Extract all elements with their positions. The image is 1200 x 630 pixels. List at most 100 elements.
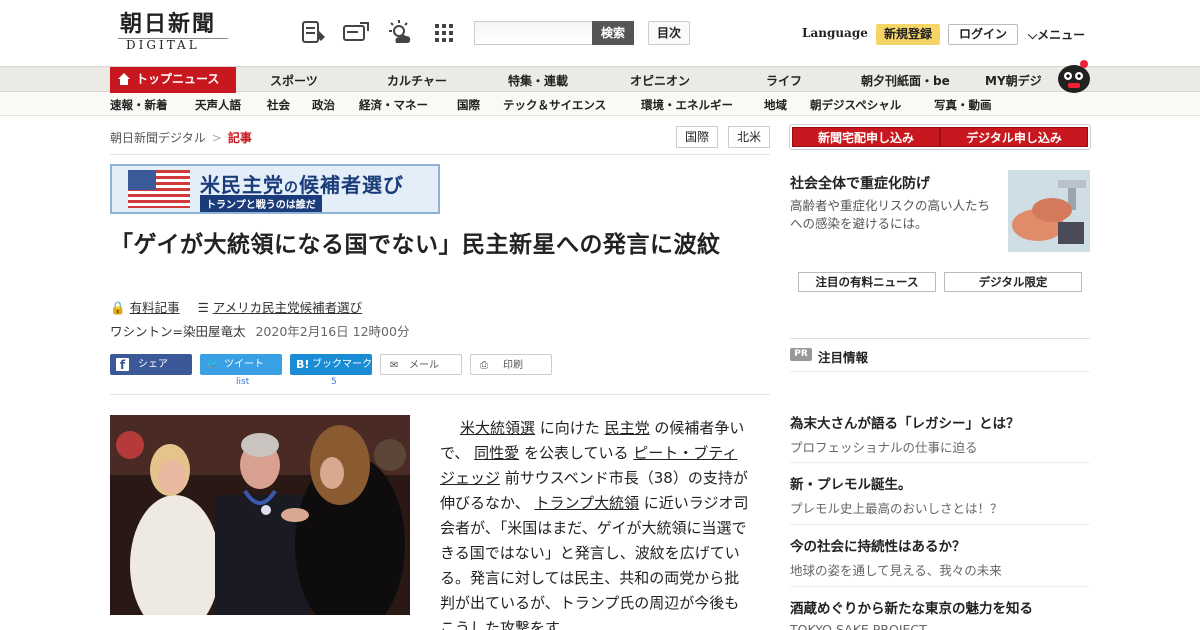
us-flag-icon bbox=[128, 170, 190, 208]
nav2-region[interactable]: 地域 bbox=[764, 97, 787, 113]
nav-newspaper[interactable]: 朝夕刊紙面・be bbox=[861, 72, 950, 89]
tab-paid-news[interactable]: 注目の有料ニュース bbox=[798, 272, 936, 292]
nav-top-label: トップニュース bbox=[136, 72, 220, 86]
article-byline: ワシントン=染田屋竜太 2020年2月16日 12時00分 bbox=[110, 321, 409, 340]
body-text: を公表している bbox=[519, 444, 634, 462]
printer-icon: ⎙ bbox=[480, 360, 488, 371]
body-link[interactable]: 民主党 bbox=[605, 419, 650, 437]
body-link[interactable]: トランプ大統領 bbox=[534, 494, 639, 512]
divider bbox=[790, 586, 1090, 587]
weather-icon[interactable] bbox=[386, 19, 414, 47]
mascot-icon bbox=[1058, 60, 1090, 93]
article-labels: 🔒 有料記事 ☰ アメリカ民主党候補者選び bbox=[110, 297, 362, 316]
message-card-icon[interactable] bbox=[342, 19, 370, 47]
banner-title: 米民主党の候補者選び bbox=[200, 173, 404, 197]
divider bbox=[790, 462, 1090, 463]
nav2-environment[interactable]: 環境・エネルギー bbox=[641, 97, 733, 113]
ad-title[interactable]: 社会全体で重症化防げ bbox=[790, 173, 930, 193]
secondary-nav: 速報・新着 天声人語 社会 政治 経済・マネー 国際 テック＆サイエンス 環境・… bbox=[0, 93, 1200, 116]
publish-date: 2020年2月16日 12時00分 bbox=[255, 324, 410, 339]
nav2-breaking[interactable]: 速報・新着 bbox=[110, 97, 168, 113]
tag-international[interactable]: 国際 bbox=[676, 126, 718, 148]
twitter-share-button[interactable]: 🐦 ツイート bbox=[200, 354, 282, 375]
nav2-photo[interactable]: 写真・動画 bbox=[934, 97, 992, 113]
pr-item[interactable]: 酒蔵めぐりから新たな東京の魅力を知る TOKYO SAKE PROJECT bbox=[790, 597, 1090, 630]
pr-item[interactable]: 今の社会に持続性はあるか？ 地球の姿を通して見える、我々の未来 bbox=[790, 535, 1090, 579]
print-button[interactable]: ⎙ 印刷 bbox=[470, 354, 552, 375]
login-button[interactable]: ログイン bbox=[948, 24, 1018, 45]
facebook-share-button[interactable]: f シェア bbox=[110, 354, 192, 375]
nav-sports[interactable]: スポーツ bbox=[270, 72, 318, 89]
pr-item[interactable]: 新・プレモル誕生。 プレモル史上最高のおいしさとは！？ bbox=[790, 473, 1090, 517]
news-note-icon[interactable] bbox=[300, 19, 328, 47]
asahi-logo[interactable]: 朝日新聞 DIGITAL bbox=[112, 12, 232, 56]
subscribe-home-button[interactable]: 新聞宅配申し込み bbox=[792, 127, 940, 147]
nav2-tenseijingo[interactable]: 天声人語 bbox=[195, 97, 241, 113]
nav2-international[interactable]: 国際 bbox=[457, 97, 480, 113]
register-button[interactable]: 新規登録 bbox=[876, 24, 940, 45]
article-photo[interactable] bbox=[110, 415, 410, 615]
article-headline: 「ゲイが大統領になる国でない」民主新星への発言に波紋 bbox=[110, 232, 721, 258]
body-text: に近いラジオ司会者が、「米国はまだ、ゲイが大統領に当選できる国ではない」と発言し… bbox=[440, 494, 749, 630]
mail-icon: ✉ bbox=[390, 360, 399, 371]
divider bbox=[110, 154, 770, 155]
search-button[interactable]: 検索 bbox=[592, 21, 634, 45]
hatena-icon: B! bbox=[296, 358, 310, 371]
twitter-icon: 🐦 bbox=[206, 359, 219, 370]
ad-image[interactable] bbox=[1008, 170, 1090, 252]
breadcrumb: 朝日新聞デジタル > 記事 bbox=[110, 129, 252, 146]
author: ワシントン=染田屋竜太 bbox=[110, 324, 246, 339]
breadcrumb-current: 記事 bbox=[227, 131, 252, 145]
lock-icon: 🔒 bbox=[110, 300, 126, 315]
chevron-down-icon: ⌵ bbox=[1028, 28, 1038, 42]
article-body: 米大統領選 に向けた 民主党 の候補者争いで、 同性愛 を公表している ピート・… bbox=[440, 416, 752, 630]
hatena-bookmark-button[interactable]: B! ブックマーク bbox=[290, 354, 372, 375]
subscribe-digital-button[interactable]: デジタル申し込み bbox=[940, 127, 1088, 147]
banner-subtitle: トランプと戦うのは誰だ bbox=[200, 195, 322, 212]
search-input[interactable] bbox=[474, 21, 592, 45]
nav2-society[interactable]: 社会 bbox=[267, 97, 290, 113]
nav2-tech[interactable]: テック＆サイエンス bbox=[503, 97, 606, 113]
ad-description[interactable]: 高齢者や重症化リスクの高い人たちへの感染を避けるには。 bbox=[790, 197, 995, 233]
body-link[interactable]: 同性愛 bbox=[474, 444, 519, 462]
logo-digital: DIGITAL bbox=[126, 38, 200, 52]
tab-digital-only[interactable]: デジタル限定 bbox=[944, 272, 1082, 292]
menu-button[interactable]: ⌵メニュー bbox=[1028, 26, 1085, 43]
apps-grid-icon[interactable] bbox=[430, 19, 458, 47]
paid-article-link[interactable]: 有料記事 bbox=[130, 300, 180, 315]
mail-share-button[interactable]: ✉ メール bbox=[380, 354, 462, 375]
primary-nav: トップニュース スポーツ カルチャー 特集・連載 オピニオン ライフ 朝夕刊紙面… bbox=[0, 60, 1200, 93]
nav-top-news[interactable]: トップニュース bbox=[110, 67, 236, 93]
facebook-icon: f bbox=[116, 358, 129, 372]
divider bbox=[790, 338, 1090, 339]
home-icon bbox=[118, 73, 130, 85]
pr-badge: PR bbox=[790, 348, 812, 361]
series-link[interactable]: アメリカ民主党候補者選び bbox=[213, 300, 362, 315]
series-banner[interactable]: 米民主党の候補者選び トランプと戦うのは誰だ bbox=[110, 164, 440, 214]
body-link[interactable]: 米大統領選 bbox=[460, 419, 535, 437]
pr-item[interactable]: 為末大さんが語る「レガシー」とは？ プロフェッショナルの仕事に迫る bbox=[790, 412, 1090, 456]
nav-my-asadigi[interactable]: MY朝デジ bbox=[985, 72, 1042, 89]
breadcrumb-separator: > bbox=[211, 131, 222, 145]
twitter-count[interactable]: list bbox=[236, 377, 249, 387]
menu-label: メニュー bbox=[1037, 28, 1086, 42]
breadcrumb-home[interactable]: 朝日新聞デジタル bbox=[110, 131, 206, 145]
body-text: に向けた bbox=[535, 419, 605, 437]
divider bbox=[790, 371, 1090, 372]
nav2-economy[interactable]: 経済・マネー bbox=[359, 97, 428, 113]
contents-button[interactable]: 目次 bbox=[648, 21, 690, 45]
logo-japanese: 朝日新聞 bbox=[120, 11, 217, 37]
language-link[interactable]: Language bbox=[802, 26, 868, 40]
list-icon: ☰ bbox=[197, 300, 209, 315]
divider bbox=[110, 394, 770, 395]
nav-life[interactable]: ライフ bbox=[766, 72, 802, 89]
nav-opinion[interactable]: オピニオン bbox=[630, 72, 690, 89]
tag-north-america[interactable]: 北米 bbox=[728, 126, 770, 148]
nav2-politics[interactable]: 政治 bbox=[312, 97, 335, 113]
pr-section-title: 注目情報 bbox=[818, 350, 869, 365]
hatena-count[interactable]: 5 bbox=[331, 377, 337, 387]
nav-features[interactable]: 特集・連載 bbox=[508, 72, 568, 89]
divider bbox=[790, 524, 1090, 525]
nav-culture[interactable]: カルチャー bbox=[387, 72, 447, 89]
nav2-special[interactable]: 朝デジスペシャル bbox=[810, 97, 901, 113]
